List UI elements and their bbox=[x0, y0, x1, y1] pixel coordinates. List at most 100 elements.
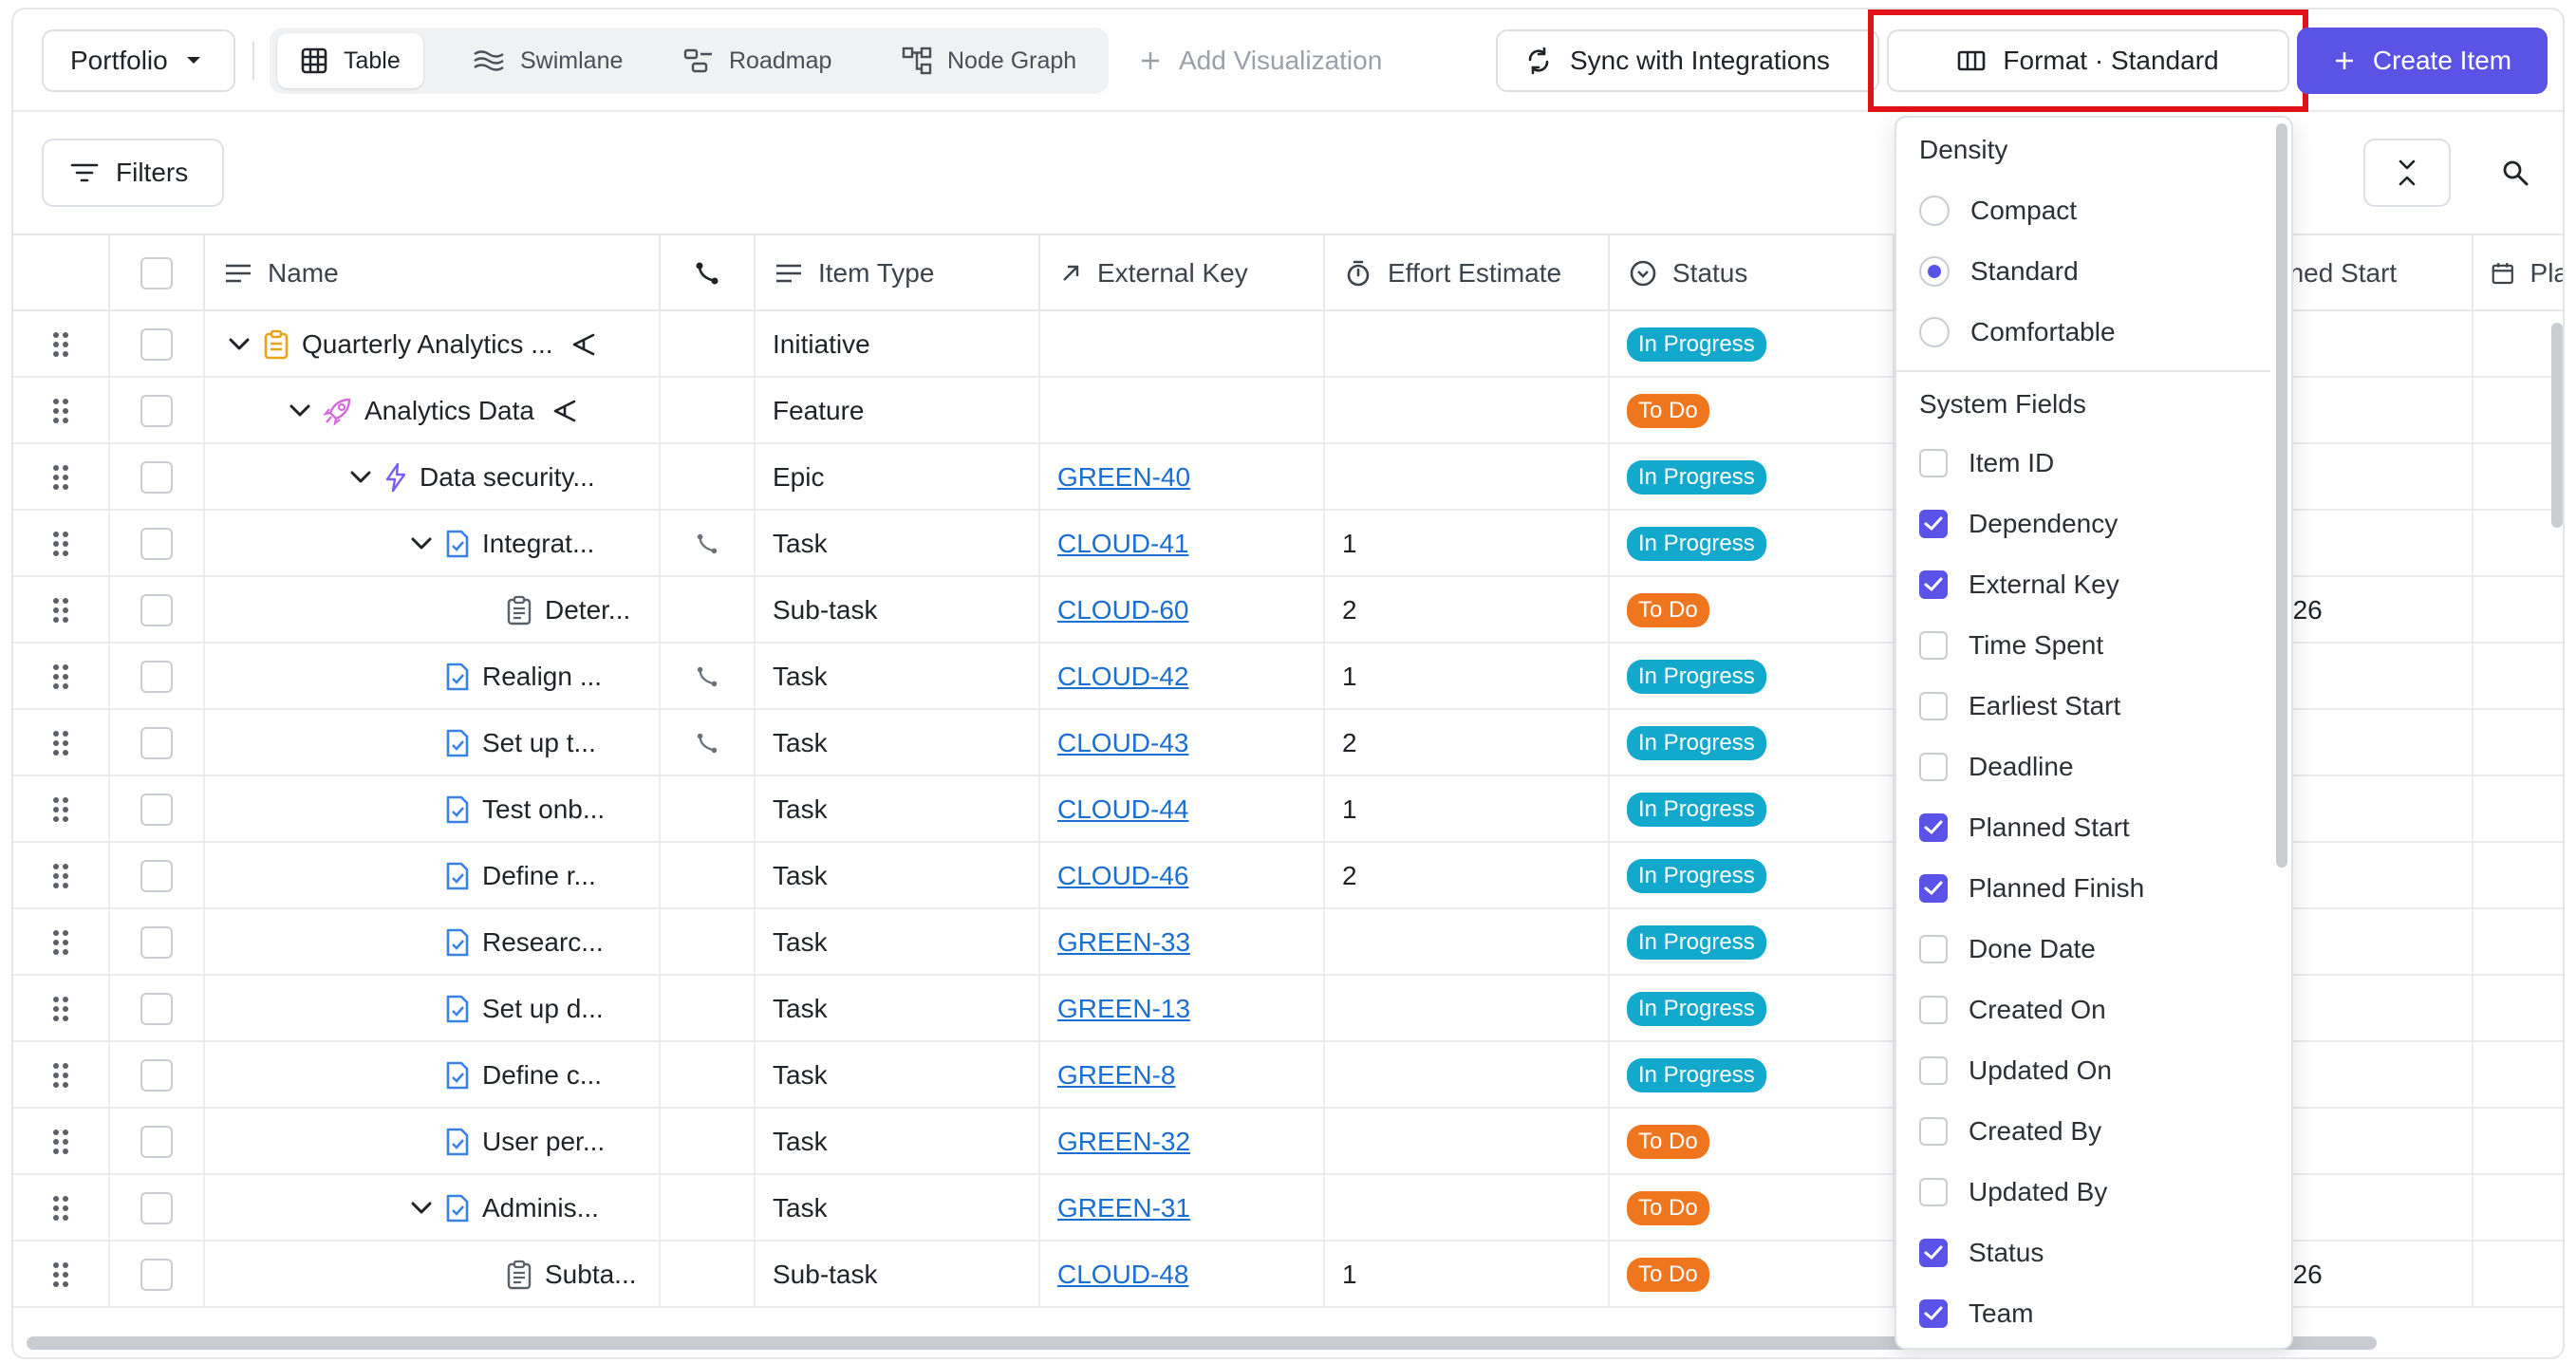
chevron-down-icon[interactable] bbox=[289, 403, 311, 419]
drag-handle-icon[interactable] bbox=[51, 795, 70, 824]
name-cell[interactable]: Analytics Data bbox=[205, 378, 661, 444]
checkbox[interactable] bbox=[1919, 1299, 1948, 1328]
checkbox[interactable] bbox=[1919, 631, 1948, 660]
status-cell[interactable]: In Progress bbox=[1610, 710, 1895, 776]
field-option-deadline[interactable]: Deadline bbox=[1919, 744, 2074, 790]
field-option-planned-finish[interactable]: Planned Finish bbox=[1919, 866, 2144, 911]
expand-toggle[interactable] bbox=[228, 337, 251, 352]
density-option-comfortable[interactable]: Comfortable bbox=[1919, 309, 2116, 355]
status-cell[interactable]: In Progress bbox=[1610, 511, 1895, 577]
dependency-icon[interactable] bbox=[695, 532, 719, 556]
checkbox[interactable] bbox=[1919, 570, 1948, 599]
row-checkbox[interactable] bbox=[140, 860, 173, 892]
status-cell[interactable]: To Do bbox=[1610, 577, 1895, 644]
radio-button[interactable] bbox=[1919, 196, 1950, 226]
status-cell[interactable]: To Do bbox=[1610, 1175, 1895, 1242]
row-checkbox[interactable] bbox=[140, 993, 173, 1025]
status-cell[interactable]: In Progress bbox=[1610, 843, 1895, 909]
item-type-column-header[interactable]: Item Type bbox=[756, 235, 1040, 311]
field-option-dependency[interactable]: Dependency bbox=[1919, 501, 2118, 547]
radio-button[interactable] bbox=[1919, 256, 1950, 287]
name-cell[interactable]: Realign ... bbox=[205, 644, 661, 710]
name-cell[interactable]: Deter... bbox=[205, 577, 661, 644]
checkbox[interactable] bbox=[1919, 1117, 1948, 1146]
external-key-link[interactable]: CLOUD-48 bbox=[1057, 1260, 1188, 1290]
share-network-icon[interactable] bbox=[551, 398, 578, 424]
status-cell[interactable]: To Do bbox=[1610, 1242, 1895, 1308]
external-key-link[interactable]: GREEN-33 bbox=[1057, 927, 1190, 958]
row-checkbox[interactable] bbox=[140, 594, 173, 626]
external-key-link[interactable]: GREEN-13 bbox=[1057, 994, 1190, 1024]
name-cell[interactable]: Researc... bbox=[205, 909, 661, 976]
checkbox[interactable] bbox=[1919, 692, 1948, 720]
chevron-down-icon[interactable] bbox=[410, 536, 433, 551]
drag-handle-icon[interactable] bbox=[51, 596, 70, 625]
drag-handle-icon[interactable] bbox=[51, 928, 70, 957]
drag-handle-icon[interactable] bbox=[51, 1128, 70, 1156]
share-network-icon[interactable] bbox=[570, 331, 597, 358]
add-visualization-button[interactable]: Add Visualization bbox=[1139, 29, 1382, 92]
field-option-earliest-start[interactable]: Earliest Start bbox=[1919, 683, 2120, 729]
chevron-down-icon[interactable] bbox=[228, 337, 251, 352]
external-key-link[interactable]: CLOUD-42 bbox=[1057, 662, 1188, 692]
dependency-icon[interactable] bbox=[695, 664, 719, 689]
status-cell[interactable]: In Progress bbox=[1610, 311, 1895, 378]
field-option-planned-start[interactable]: Planned Start bbox=[1919, 805, 2130, 850]
vertical-scrollbar[interactable] bbox=[2551, 323, 2563, 528]
radio-button[interactable] bbox=[1919, 317, 1950, 347]
checkbox[interactable] bbox=[1919, 996, 1948, 1024]
name-cell[interactable]: Subta... bbox=[205, 1242, 661, 1308]
select-all-checkbox[interactable] bbox=[140, 257, 173, 289]
status-cell[interactable]: In Progress bbox=[1610, 444, 1895, 511]
row-checkbox[interactable] bbox=[140, 1059, 173, 1092]
drag-handle-icon[interactable] bbox=[51, 1194, 70, 1223]
status-cell[interactable]: To Do bbox=[1610, 1109, 1895, 1175]
row-checkbox[interactable] bbox=[140, 794, 173, 826]
row-checkbox[interactable] bbox=[140, 1126, 173, 1158]
density-option-compact[interactable]: Compact bbox=[1919, 188, 2077, 233]
tab-table[interactable]: Table bbox=[277, 33, 423, 88]
checkbox[interactable] bbox=[1919, 753, 1948, 781]
expand-toggle[interactable] bbox=[410, 536, 433, 551]
filters-button[interactable]: Filters bbox=[42, 139, 224, 207]
tab-roadmap[interactable]: Roadmap bbox=[661, 33, 854, 88]
status-cell[interactable]: In Progress bbox=[1610, 776, 1895, 843]
field-option-created-on[interactable]: Created On bbox=[1919, 987, 2106, 1033]
row-checkbox[interactable] bbox=[140, 328, 173, 361]
checkbox[interactable] bbox=[1919, 813, 1948, 842]
row-checkbox[interactable] bbox=[140, 1192, 173, 1224]
external-key-link[interactable]: CLOUD-60 bbox=[1057, 595, 1188, 625]
portfolio-dropdown[interactable]: Portfolio bbox=[42, 29, 235, 92]
expand-toggle[interactable] bbox=[289, 403, 311, 419]
drag-handle-icon[interactable] bbox=[51, 1260, 70, 1289]
external-key-link[interactable]: GREEN-8 bbox=[1057, 1060, 1175, 1091]
checkbox[interactable] bbox=[1919, 449, 1948, 477]
checkbox[interactable] bbox=[1919, 510, 1948, 538]
dependency-column-header[interactable] bbox=[661, 235, 756, 311]
row-checkbox[interactable] bbox=[140, 461, 173, 494]
format-button[interactable]: Format · Standard bbox=[1887, 29, 2289, 92]
field-option-external-key[interactable]: External Key bbox=[1919, 562, 2119, 607]
external-key-link[interactable]: CLOUD-46 bbox=[1057, 861, 1188, 891]
drag-handle-icon[interactable] bbox=[51, 1061, 70, 1090]
search-button[interactable] bbox=[2481, 139, 2549, 207]
external-key-column-header[interactable]: External Key bbox=[1040, 235, 1325, 311]
sync-integrations-button[interactable]: Sync with Integrations bbox=[1496, 29, 1879, 92]
external-key-link[interactable]: CLOUD-41 bbox=[1057, 529, 1188, 559]
name-cell[interactable]: Adminis... bbox=[205, 1175, 661, 1242]
drag-handle-icon[interactable] bbox=[51, 862, 70, 890]
checkbox[interactable] bbox=[1919, 1178, 1948, 1206]
drag-handle-icon[interactable] bbox=[51, 463, 70, 492]
tab-swimlane[interactable]: Swimlane bbox=[450, 33, 645, 88]
checkbox[interactable] bbox=[1919, 935, 1948, 963]
name-cell[interactable]: Define c... bbox=[205, 1042, 661, 1109]
status-cell[interactable]: In Progress bbox=[1610, 1042, 1895, 1109]
field-option-done-date[interactable]: Done Date bbox=[1919, 926, 2096, 972]
density-option-standard[interactable]: Standard bbox=[1919, 249, 2079, 294]
field-option-updated-by[interactable]: Updated By bbox=[1919, 1169, 2107, 1215]
checkbox[interactable] bbox=[1919, 874, 1948, 903]
row-checkbox[interactable] bbox=[140, 395, 173, 427]
chevron-down-icon[interactable] bbox=[349, 470, 372, 485]
row-checkbox[interactable] bbox=[140, 661, 173, 693]
row-checkbox[interactable] bbox=[140, 727, 173, 759]
